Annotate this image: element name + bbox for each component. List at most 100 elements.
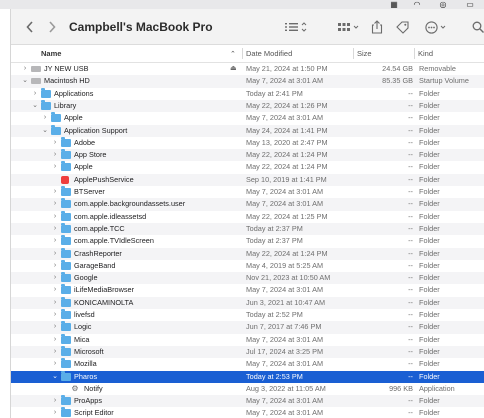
list-row[interactable]: › App Store May 22, 2024 at 1:24 PM -- Folde…: [11, 149, 484, 162]
list-row[interactable]: › CrashReporter May 22, 2024 at 1:24 PM -- F…: [11, 247, 484, 260]
list-row[interactable]: ⌄ Library May 22, 2024 at 1:26 PM -- Folder: [11, 99, 484, 113]
search-button[interactable]: [471, 18, 484, 36]
disclosure-closed-icon[interactable]: ›: [41, 112, 49, 124]
list-row[interactable]: › Mica May 7, 2024 at 3:01 AM -- Folder: [11, 333, 484, 346]
list-row[interactable]: › Adobe May 13, 2020 at 2:47 PM -- Folder: [11, 136, 484, 149]
header-name[interactable]: Name: [41, 45, 61, 62]
item-kind: Folder: [419, 371, 440, 381]
disclosure-open-icon[interactable]: ⌄: [51, 371, 59, 383]
list-row[interactable]: ApplePushService Sep 10, 2019 at 1:41 PM -…: [11, 173, 484, 186]
list-row[interactable]: › Google Nov 21, 2023 at 10:50 AM -- Folder: [11, 272, 484, 285]
disclosure-closed-icon[interactable]: ›: [51, 235, 59, 247]
disclosure-closed-icon[interactable]: ›: [51, 395, 59, 407]
item-name: Applications: [54, 88, 94, 98]
list-row[interactable]: › com.apple.backgroundassets.user May 7, 2…: [11, 198, 484, 211]
item-kind: Folder: [419, 248, 440, 258]
list-row[interactable]: › livefsd Today at 2:52 PM -- Folder: [11, 309, 484, 321]
drive-icon: [31, 66, 41, 72]
list-row[interactable]: › com.apple.TVIdleScreen Today at 2:37 PM -…: [11, 235, 484, 247]
list-row[interactable]: ⌄ Application Support May 24, 2024 at 1:41…: [11, 124, 484, 137]
item-kind: Application: [419, 383, 455, 393]
item-date: Jul 17, 2024 at 3:25 PM: [246, 346, 324, 356]
item-kind: Folder: [419, 174, 440, 184]
disclosure-closed-icon[interactable]: ›: [51, 309, 59, 321]
disclosure-closed-icon[interactable]: ›: [51, 321, 59, 333]
more-actions-button[interactable]: [424, 18, 450, 36]
list-row[interactable]: › KONICAMINOLTA Jun 3, 2021 at 10:47 AM -- F…: [11, 296, 484, 309]
list-row[interactable]: › Apple May 22, 2024 at 1:24 PM -- Folder: [11, 161, 484, 173]
item-size: --: [408, 371, 413, 381]
forward-button[interactable]: [45, 18, 59, 36]
list-row[interactable]: › Mozilla May 7, 2024 at 3:01 AM -- Folder: [11, 358, 484, 370]
disclosure-closed-icon[interactable]: ›: [51, 186, 59, 198]
list-row[interactable]: › com.apple.TCC Today at 2:37 PM -- Folder: [11, 222, 484, 236]
share-button[interactable]: [369, 18, 385, 36]
wifi-icon[interactable]: ◠: [410, 0, 424, 9]
back-button[interactable]: [23, 18, 37, 36]
item-size: --: [408, 359, 413, 369]
disclosure-closed-icon[interactable]: ›: [51, 334, 59, 346]
item-date: May 7, 2024 at 3:01 AM: [246, 199, 324, 209]
disclosure-closed-icon[interactable]: ›: [51, 260, 59, 272]
item-date: May 22, 2024 at 1:26 PM: [246, 100, 328, 110]
item-size: --: [408, 174, 413, 184]
list-row[interactable]: › Applications Today at 2:41 PM -- Folder: [11, 87, 484, 100]
item-date: May 7, 2024 at 3:01 AM: [246, 396, 324, 406]
list-row[interactable]: › Apple May 7, 2024 at 3:01 AM -- Folder: [11, 112, 484, 124]
item-date: Nov 21, 2023 at 10:50 AM: [246, 273, 331, 283]
item-kind: Folder: [419, 359, 440, 369]
item-size: 85.35 GB: [382, 76, 413, 86]
view-list-button[interactable]: [283, 18, 309, 36]
disclosure-closed-icon[interactable]: ›: [51, 149, 59, 161]
disclosure-closed-icon[interactable]: ›: [51, 198, 59, 210]
disclosure-closed-icon[interactable]: ›: [51, 161, 59, 173]
list-row[interactable]: ⌄ Pharos Today at 2:53 PM -- Folder: [11, 370, 484, 383]
list-row[interactable]: › BTServer May 7, 2024 at 3:01 AM -- Folder: [11, 186, 484, 198]
disclosure-closed-icon[interactable]: ›: [51, 297, 59, 309]
group-button[interactable]: [336, 18, 362, 36]
list-row[interactable]: › Script Editor May 7, 2024 at 3:01 AM -- Fo…: [11, 407, 484, 418]
disclosure-closed-icon[interactable]: ›: [51, 346, 59, 358]
list-row[interactable]: › GarageBand May 4, 2019 at 5:25 AM -- Folde…: [11, 259, 484, 272]
list-row[interactable]: ⚙ Notify Aug 3, 2022 at 11:05 AM 996 KB Appl…: [11, 383, 484, 395]
folder-icon: [61, 235, 71, 246]
list-row[interactable]: › com.apple.idleassetsd May 22, 2024 at 1:…: [11, 210, 484, 223]
sort-chevron-up-icon[interactable]: ⌃: [230, 45, 236, 62]
header-kind[interactable]: Kind: [418, 45, 433, 62]
disclosure-closed-icon[interactable]: ›: [51, 284, 59, 296]
disclosure-closed-icon[interactable]: ›: [51, 223, 59, 235]
item-name: com.apple.idleassetsd: [74, 211, 147, 221]
eject-icon[interactable]: ⏏: [230, 63, 237, 75]
list-row[interactable]: ⌄ Macintosh HD May 7, 2024 at 3:01 AM 85.35…: [11, 75, 484, 88]
list-row[interactable]: › ProApps May 7, 2024 at 3:01 AM -- Folder: [11, 395, 484, 408]
item-size: --: [408, 162, 413, 172]
item-kind: Folder: [419, 113, 440, 123]
siri-icon[interactable]: ◎: [436, 0, 450, 9]
disclosure-closed-icon[interactable]: ›: [51, 272, 59, 284]
disclosure-closed-icon[interactable]: ›: [51, 137, 59, 149]
disclosure-closed-icon[interactable]: ›: [51, 248, 59, 260]
list-row[interactable]: › Microsoft Jul 17, 2024 at 3:25 PM -- Folde…: [11, 345, 484, 359]
battery-icon[interactable]: ▭: [461, 0, 479, 9]
list-view-icon: [285, 22, 307, 32]
item-name: ApplePushService: [74, 174, 134, 184]
list-row[interactable]: › JY NEW USB ⏏ May 21, 2024 at 1:50 PM 24.54…: [11, 63, 484, 75]
disclosure-open-icon[interactable]: ⌄: [21, 75, 29, 87]
disclosure-closed-icon[interactable]: ›: [31, 88, 39, 100]
disclosure-closed-icon[interactable]: ›: [51, 358, 59, 370]
gear-icon: ⚙: [71, 383, 79, 393]
disclosure-open-icon[interactable]: ⌄: [31, 100, 39, 112]
item-name: com.apple.TCC: [74, 223, 125, 233]
control-center-icon[interactable]: ▦: [387, 0, 401, 9]
share-icon: [371, 20, 383, 34]
header-date-modified[interactable]: Date Modified: [246, 45, 292, 62]
disclosure-closed-icon[interactable]: ›: [51, 211, 59, 223]
tag-button[interactable]: [394, 18, 410, 36]
header-size[interactable]: Size: [357, 45, 372, 62]
disclosure-closed-icon[interactable]: ›: [21, 63, 29, 75]
item-name: iLifeMediaBrowser: [74, 285, 135, 295]
disclosure-closed-icon[interactable]: ›: [51, 407, 59, 418]
disclosure-open-icon[interactable]: ⌄: [41, 125, 49, 137]
list-row[interactable]: › Logic Jun 7, 2017 at 7:46 PM -- Folder: [11, 321, 484, 334]
list-row[interactable]: › iLifeMediaBrowser May 7, 2024 at 3:01 AM…: [11, 284, 484, 296]
